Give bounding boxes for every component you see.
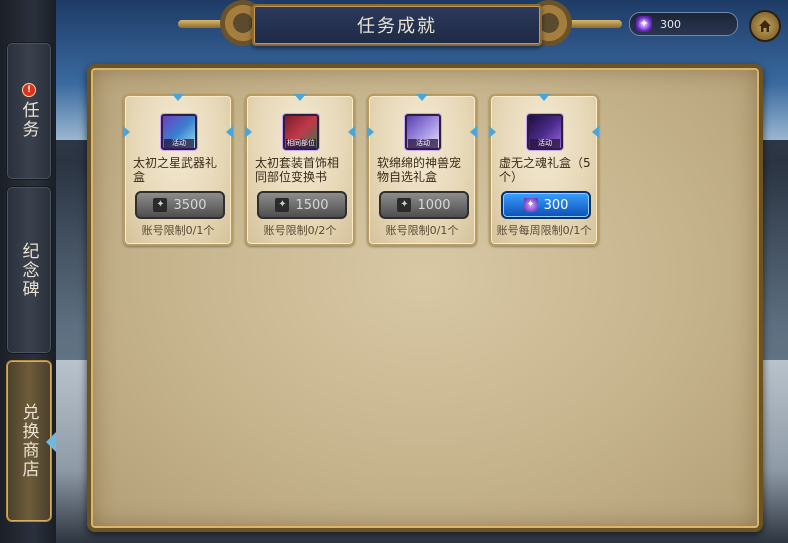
item-tag: 活动 (408, 139, 438, 148)
page-title: 任务成就 (357, 16, 437, 37)
tab-monument-label: 纪念碑 (18, 241, 39, 299)
purchase-limit: 账号限制0/1个 (385, 224, 459, 237)
alert-badge: ! (22, 83, 36, 97)
item-price: 1000 (417, 197, 451, 213)
tab-monument[interactable]: 纪念碑 (6, 186, 52, 354)
currency-amount: 300 (660, 17, 681, 31)
item-name: 太初套装首饰相同部位变换书 (255, 156, 340, 184)
home-button[interactable] (749, 10, 781, 42)
home-icon (759, 20, 771, 32)
crystal-icon: ✦ (397, 198, 412, 212)
weapon-chest-icon[interactable]: 活动 (161, 114, 197, 150)
item-name: 软绵绵的神兽宠物自选礼盒 (377, 156, 462, 184)
card-corner-icon (245, 126, 252, 138)
buy-button[interactable]: ✦ 3500 (135, 191, 225, 219)
item-tag: 活动 (164, 139, 194, 148)
purchase-limit: 账号每周限制0/1个 (496, 224, 592, 237)
item-price: 3500 (173, 197, 207, 213)
soul-box-icon[interactable]: 活动 (527, 114, 563, 150)
card-corner-icon (470, 126, 477, 138)
card-corner-icon (592, 126, 599, 138)
active-tab-arrow-icon (46, 432, 56, 452)
card-corner-icon (348, 126, 355, 138)
tab-tasks[interactable]: ! 任务 (6, 42, 52, 180)
header-plate: 任务成就 (252, 4, 542, 46)
currency-display: ✦ 300 (629, 12, 738, 36)
crystal-icon: ✦ (275, 198, 290, 212)
card-corner-icon (123, 126, 130, 138)
item-tag: 相同部位 (286, 139, 316, 148)
card-corner-icon (367, 126, 374, 138)
item-price: 300 (543, 197, 569, 213)
crystal-icon: ✦ (523, 198, 538, 212)
crystal-icon: ✦ (153, 198, 168, 212)
accessory-book-icon[interactable]: 相同部位 (283, 114, 319, 150)
item-price: 1500 (295, 197, 329, 213)
shop-item-card[interactable]: 相同部位 太初套装首饰相同部位变换书 ✦ 1500 账号限制0/2个 (245, 94, 355, 246)
shop-item-card[interactable]: 活动 虚无之魂礼盒（5个） ✦ 300 账号每周限制0/1个 (489, 94, 599, 246)
shop-item-card[interactable]: 活动 软绵绵的神兽宠物自选礼盒 ✦ 1000 账号限制0/1个 (367, 94, 477, 246)
tab-tasks-label: 任务 (18, 101, 39, 139)
buy-button[interactable]: ✦ 300 (501, 191, 591, 219)
buy-button[interactable]: ✦ 1500 (257, 191, 347, 219)
sidebar: ! 任务 纪念碑 兑换商店 (0, 0, 56, 543)
buy-button[interactable]: ✦ 1000 (379, 191, 469, 219)
pet-box-icon[interactable]: 活动 (405, 114, 441, 150)
purchase-limit: 账号限制0/1个 (141, 224, 215, 237)
card-corner-icon (226, 126, 233, 138)
purchase-limit: 账号限制0/2个 (263, 224, 337, 237)
card-corner-icon (538, 94, 550, 101)
item-tag: 活动 (530, 139, 560, 148)
card-corner-icon (416, 94, 428, 101)
shop-item-card[interactable]: 活动 太初之星武器礼盒 ✦ 3500 账号限制0/1个 (123, 94, 233, 246)
tab-exchange-shop-label: 兑换商店 (18, 403, 39, 479)
item-name: 太初之星武器礼盒 (133, 156, 218, 184)
item-name: 虚无之魂礼盒（5个） (499, 156, 591, 184)
crystal-icon: ✦ (636, 16, 652, 32)
card-corner-icon (294, 94, 306, 101)
card-corner-icon (172, 94, 184, 101)
card-corner-icon (489, 126, 496, 138)
